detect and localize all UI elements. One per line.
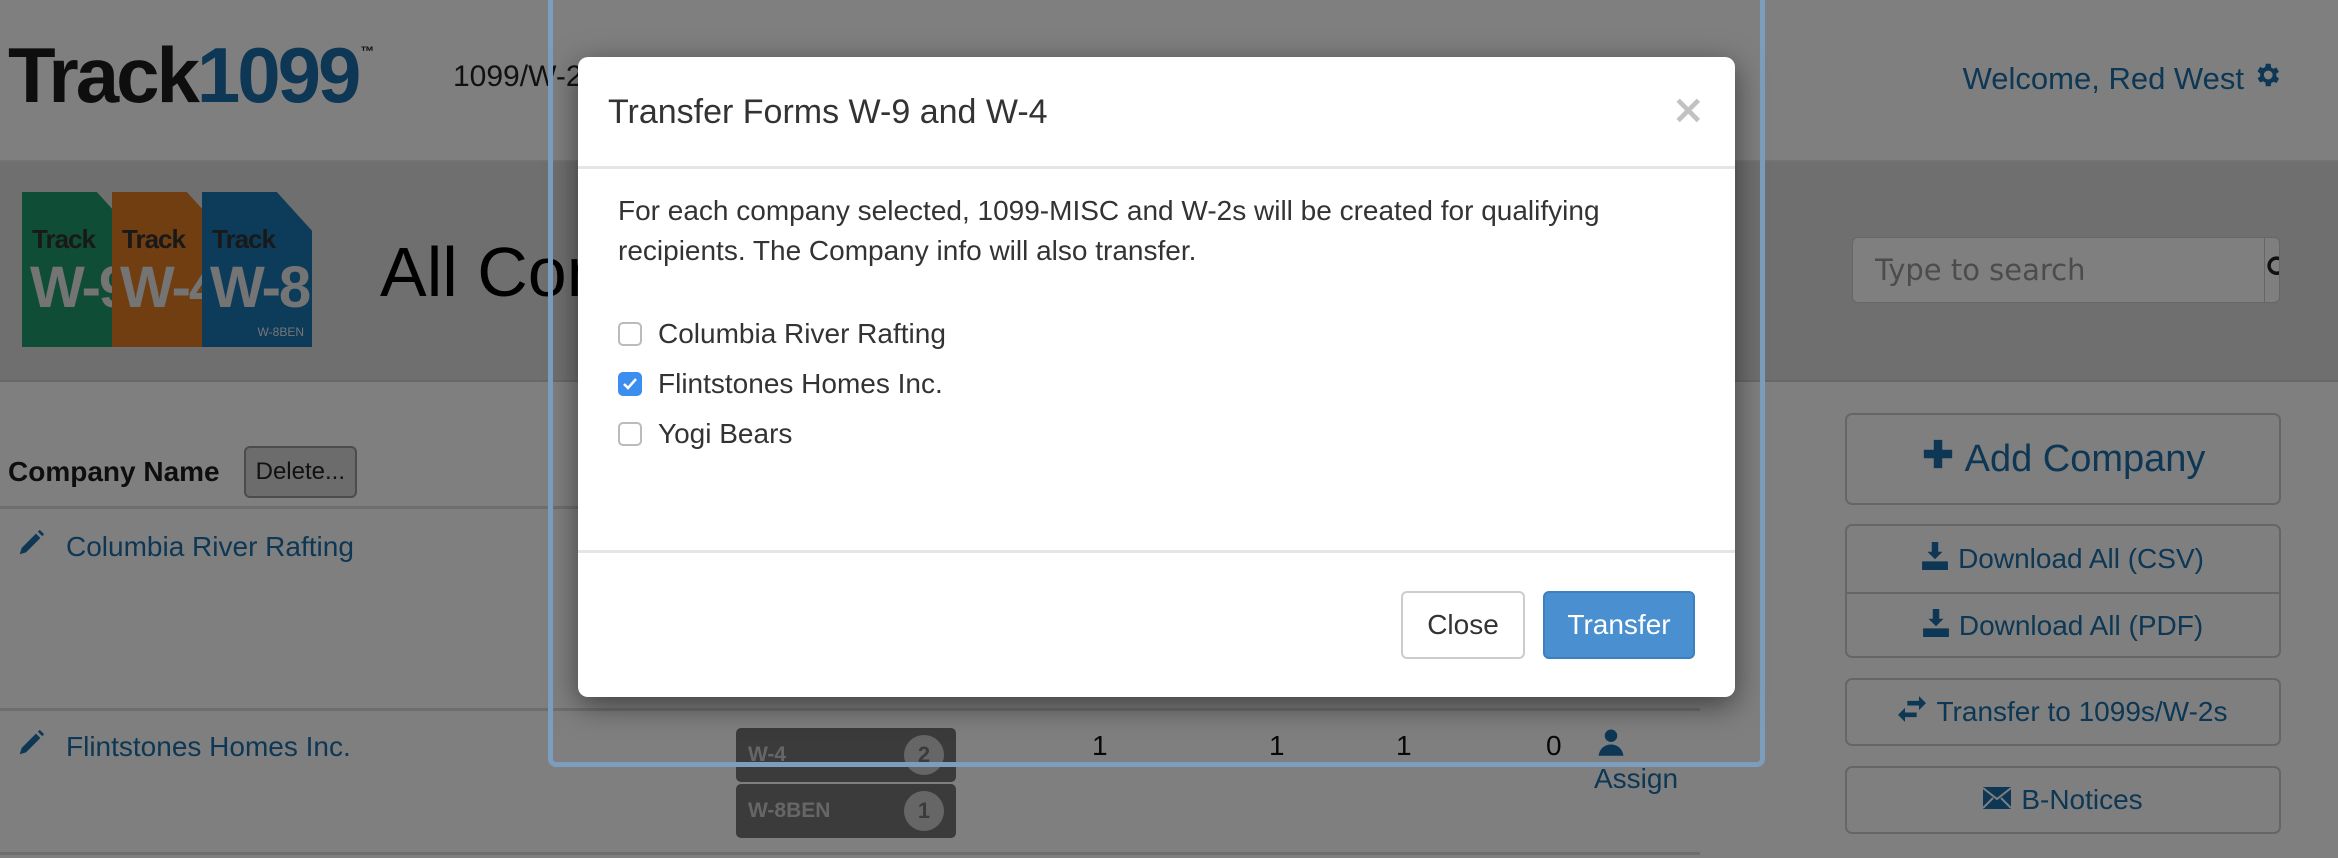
checkbox-label: Columbia River Rafting [658,318,946,349]
checkbox-label: Flintstones Homes Inc. [658,368,943,399]
modal-footer: Close Transfer [578,550,1735,694]
transfer-modal: Transfer Forms W-9 and W-4 × For each co… [578,57,1735,697]
checkbox-yogi-bears[interactable] [618,422,642,446]
close-button[interactable]: Close [1401,591,1525,659]
checkmark-icon [623,378,637,390]
company-checkbox-row[interactable]: Columbia River Rafting [618,309,1695,359]
checkbox-columbia-river-rafting[interactable] [618,322,642,346]
checkbox-label: Yogi Bears [658,418,793,449]
close-icon[interactable]: × [1671,87,1705,133]
modal-body: For each company selected, 1099-MISC and… [578,169,1735,550]
company-checklist: Columbia River Rafting Flintstones Homes… [618,309,1695,459]
modal-description: For each company selected, 1099-MISC and… [618,195,1600,266]
checkbox-flintstones-homes[interactable] [618,372,642,396]
company-checkbox-row[interactable]: Flintstones Homes Inc. [618,359,1695,409]
company-checkbox-row[interactable]: Yogi Bears [618,409,1695,459]
modal-header: Transfer Forms W-9 and W-4 × [578,57,1735,169]
transfer-submit-button[interactable]: Transfer [1543,591,1695,659]
modal-title: Transfer Forms W-9 and W-4 [608,93,1048,131]
